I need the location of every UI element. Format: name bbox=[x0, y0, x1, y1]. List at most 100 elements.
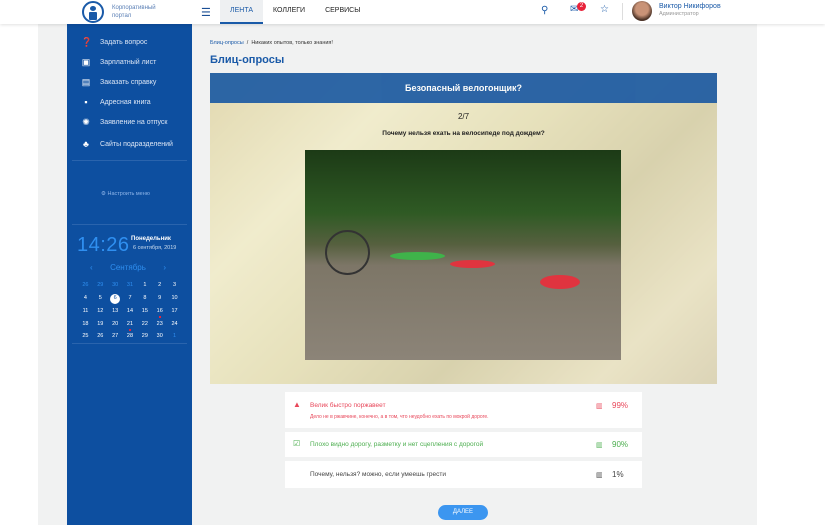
calendar-day[interactable]: 11 bbox=[78, 307, 93, 316]
answer-option[interactable]: Почему, нельзя? можно, если умеешь грест… bbox=[285, 461, 642, 488]
next-button[interactable]: ДАЛЕЕ bbox=[438, 505, 488, 520]
sidebar-item-payslip[interactable]: ▣ Зарплатный лист bbox=[81, 57, 157, 67]
divider bbox=[622, 3, 623, 20]
document-icon: ▤ bbox=[81, 77, 91, 87]
tab-services[interactable]: СЕРВИСЫ bbox=[315, 0, 370, 24]
sidebar-item-vacation[interactable]: ✺ Заявление на отпуск bbox=[81, 117, 167, 127]
calendar-day[interactable]: 29 bbox=[137, 332, 152, 341]
calendar-day[interactable]: 12 bbox=[93, 307, 108, 316]
mail-badge: 2 bbox=[577, 2, 586, 11]
question-image bbox=[305, 150, 621, 360]
sidebar-item-label: Сайты подразделений bbox=[100, 140, 173, 148]
calendar-day[interactable]: 21 bbox=[123, 320, 138, 331]
month-switcher: ‹ Сентябрь › bbox=[90, 263, 166, 272]
calendar: 26 29 30 31 1 2 3 4 5 6 7 8 9 10 11 12 13 14 15 16 17 18 19 20 2… bbox=[78, 281, 182, 341]
quiz-progress: 2/7 bbox=[457, 112, 470, 121]
calendar-day[interactable]: 30 bbox=[108, 281, 123, 290]
chevron-left-icon[interactable]: ‹ bbox=[90, 263, 93, 272]
answer-option-correct[interactable]: ☑ Плохо видно дорогу, разметку и нет сце… bbox=[285, 432, 642, 457]
month-label: Сентябрь bbox=[110, 263, 146, 272]
calendar-day[interactable]: 26 bbox=[78, 281, 93, 290]
calendar-day[interactable]: 23 bbox=[152, 320, 167, 329]
answer-note: Дело не в ржавчине, конечно, а в том, чт… bbox=[310, 414, 489, 420]
calendar-day[interactable]: 1 bbox=[167, 332, 182, 341]
calendar-day[interactable]: 31 bbox=[123, 281, 138, 290]
calendar-day[interactable]: 20 bbox=[108, 320, 123, 329]
calendar-day[interactable]: 16 bbox=[152, 307, 167, 318]
calendar-day[interactable]: 7 bbox=[123, 294, 138, 303]
bar-chart-icon: ▥ bbox=[596, 442, 603, 449]
warning-icon: ▲ bbox=[293, 400, 301, 409]
user-role: Администратор bbox=[659, 11, 699, 17]
calendar-day[interactable]: 29 bbox=[93, 281, 108, 290]
sidebar-item-label: Задать вопрос bbox=[100, 38, 148, 46]
divider bbox=[72, 224, 187, 225]
question-icon: ❓ bbox=[81, 37, 93, 47]
question-text: Почему нельзя ехать на велосипеде под до… bbox=[382, 130, 545, 137]
calendar-day[interactable]: 3 bbox=[167, 281, 182, 290]
kayak bbox=[450, 260, 495, 268]
tab-colleagues[interactable]: КОЛЛЕГИ bbox=[263, 0, 315, 24]
calendar-day[interactable]: 14 bbox=[123, 307, 138, 316]
sidebar-item-ask[interactable]: ❓ Задать вопрос bbox=[81, 37, 147, 47]
calendar-day[interactable]: 8 bbox=[137, 294, 152, 303]
calendar-day[interactable]: 1 bbox=[137, 281, 152, 290]
sidebar-item-sites[interactable]: ♣ Сайты подразделений bbox=[81, 139, 173, 149]
sun-icon: ✺ bbox=[82, 117, 90, 127]
calendar-day[interactable]: 26 bbox=[93, 332, 108, 341]
logo-text: Корпоративный портал bbox=[112, 5, 156, 19]
answer-option-wrong[interactable]: ▲ Велик быстро поржавеет Дело не в ржавч… bbox=[285, 392, 642, 428]
tab-feed[interactable]: ЛЕНТА bbox=[220, 0, 264, 24]
calendar-day[interactable]: 19 bbox=[93, 320, 108, 329]
breadcrumb: Блиц-опросы / Никаких опытов, только зна… bbox=[210, 40, 333, 46]
calendar-day[interactable]: 5 bbox=[93, 294, 108, 303]
sidebar-item-address-book[interactable]: ▪ Адресная книга bbox=[81, 97, 151, 107]
calendar-day[interactable]: 25 bbox=[78, 332, 93, 341]
avatar[interactable] bbox=[632, 1, 652, 21]
bicycle bbox=[325, 230, 370, 275]
clock-date: 6 сентября, 2019 bbox=[133, 245, 177, 251]
breadcrumb-link[interactable]: Блиц-опросы bbox=[210, 40, 244, 46]
calendar-day[interactable]: 27 bbox=[108, 332, 123, 341]
calendar-day[interactable]: 15 bbox=[137, 307, 152, 316]
bar-chart-icon: ▥ bbox=[596, 403, 603, 410]
answer-label: Велик быстро поржавеет bbox=[310, 402, 386, 409]
checkbox-checked-icon: ☑ bbox=[293, 439, 301, 448]
calendar-day[interactable]: 22 bbox=[137, 320, 152, 329]
customize-menu-link[interactable]: ⚙ Настроить меню bbox=[101, 191, 150, 197]
answer-percent: 99% bbox=[612, 401, 629, 410]
calendar-day[interactable]: 28 bbox=[123, 332, 138, 341]
answer-percent: 90% bbox=[612, 440, 629, 449]
calendar-day[interactable]: 30 bbox=[152, 332, 167, 341]
calendar-day[interactable]: 18 bbox=[78, 320, 93, 329]
calendar-day[interactable]: 9 bbox=[152, 294, 167, 303]
top-bar: Корпоративный портал ☰ ЛЕНТА КОЛЛЕГИ СЕР… bbox=[0, 0, 825, 24]
calendar-day[interactable]: 10 bbox=[167, 294, 182, 303]
calendar-day[interactable]: 24 bbox=[167, 320, 182, 329]
calendar-day[interactable]: 4 bbox=[78, 294, 93, 303]
sidebar-item-label: Зарплатный лист bbox=[100, 58, 157, 66]
quiz-title: Безопасный велогонщик? bbox=[210, 73, 717, 103]
bar-chart-icon: ▥ bbox=[596, 472, 603, 479]
answer-percent: 1% bbox=[612, 470, 624, 479]
clock-day: Понедельник bbox=[131, 236, 171, 242]
chevron-right-icon[interactable]: › bbox=[163, 263, 166, 272]
logo-icon[interactable] bbox=[82, 1, 104, 23]
clock-time: 14:26 bbox=[77, 234, 130, 256]
calendar-day[interactable]: 6 bbox=[110, 293, 121, 304]
calendar-day[interactable]: 17 bbox=[167, 307, 182, 316]
calendar-day[interactable]: 2 bbox=[152, 281, 167, 290]
sidebar-item-label: Адресная книга bbox=[100, 98, 151, 106]
sidebar-item-certificate[interactable]: ▤ Заказать справку bbox=[81, 77, 157, 87]
user-name[interactable]: Виктор Никифоров bbox=[659, 3, 721, 10]
divider bbox=[72, 343, 187, 344]
star-icon[interactable]: ☆ bbox=[600, 4, 609, 15]
sidebar-item-label: Заказать справку bbox=[100, 78, 157, 86]
search-icon[interactable]: ⚲ bbox=[541, 5, 548, 16]
divider bbox=[72, 160, 187, 161]
kayak bbox=[390, 252, 445, 260]
sidebar: ❓ Задать вопрос ▣ Зарплатный лист ▤ Заказат… bbox=[67, 24, 192, 525]
breadcrumb-current: Никаких опытов, только знания! bbox=[251, 40, 333, 46]
calendar-day[interactable]: 13 bbox=[108, 307, 123, 316]
menu-icon[interactable]: ☰ bbox=[201, 6, 211, 19]
